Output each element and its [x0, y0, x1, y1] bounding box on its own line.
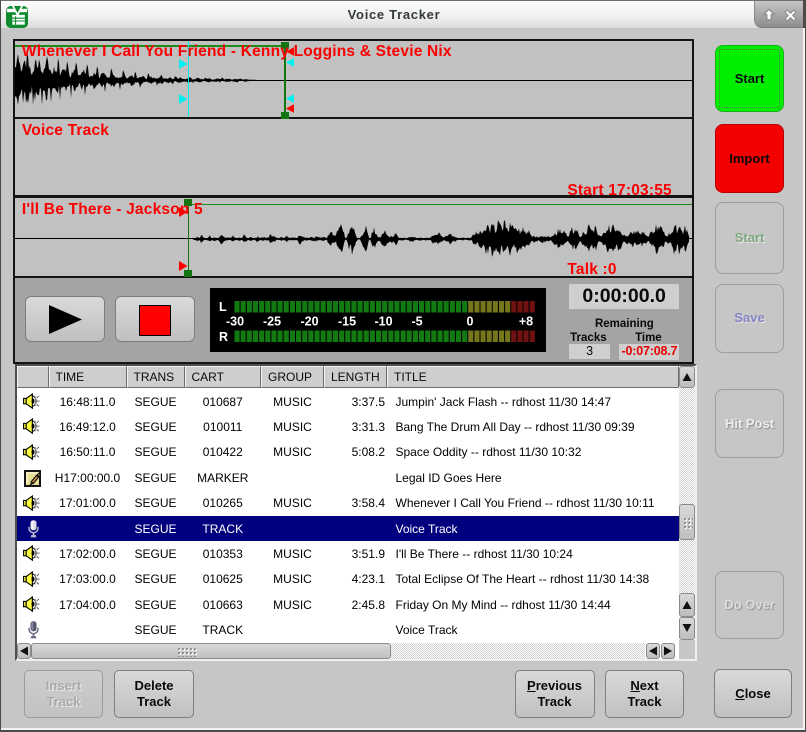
svg-text:R: R [219, 330, 228, 344]
svg-text:-10: -10 [375, 314, 393, 328]
svg-text:-20: -20 [301, 314, 319, 328]
svg-text:L: L [219, 300, 227, 314]
svg-text:-15: -15 [338, 314, 356, 328]
svg-text:0: 0 [467, 314, 474, 328]
svg-text:+8: +8 [519, 314, 533, 328]
svg-text:-25: -25 [263, 314, 281, 328]
svg-text:-5: -5 [412, 314, 423, 328]
svg-text:-30: -30 [226, 314, 244, 328]
